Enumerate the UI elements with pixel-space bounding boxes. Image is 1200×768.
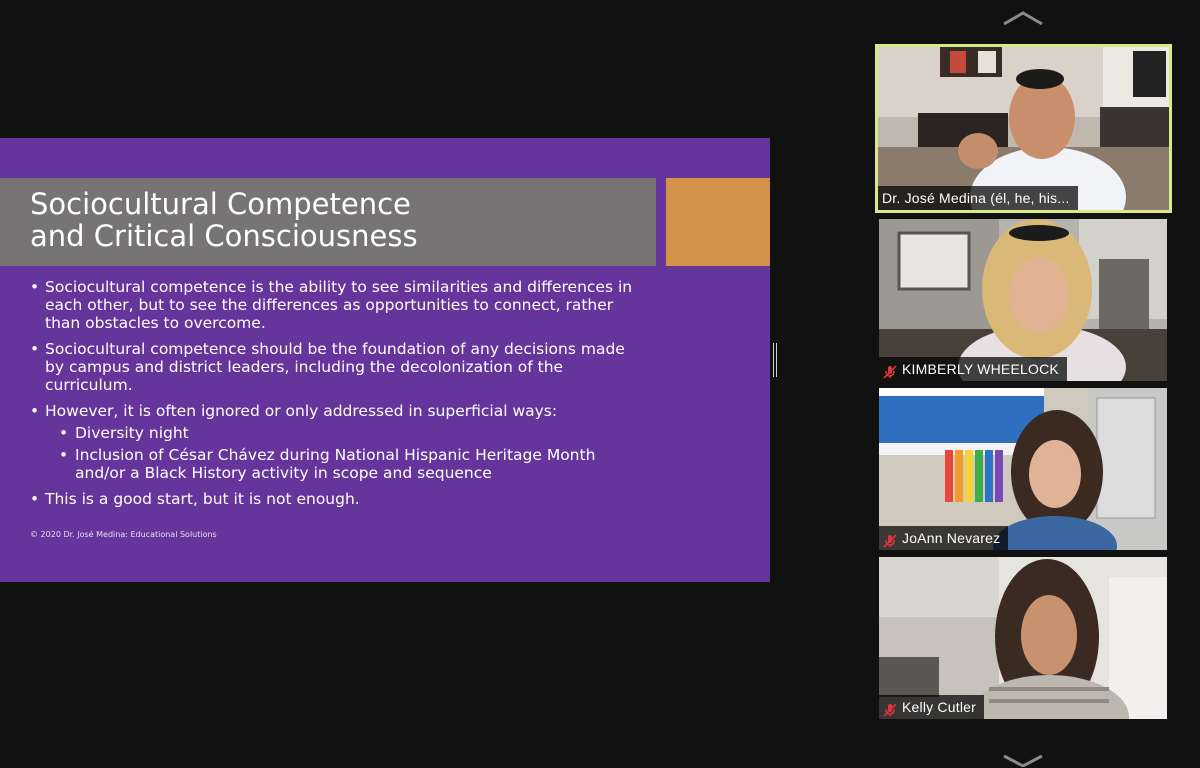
participant-name-tag: JoAnn Nevarez bbox=[879, 526, 1009, 550]
slide-copyright: © 2020 Dr. José Medina: Educational Solu… bbox=[30, 530, 217, 539]
participant-name: Dr. José Medina (él, he, his... bbox=[882, 190, 1070, 206]
bullet-item: However, it is often ignored or only add… bbox=[28, 402, 638, 482]
sub-bullet-item: Diversity night bbox=[45, 424, 638, 442]
view-splitter-handle[interactable] bbox=[773, 343, 777, 377]
shared-screen-slide: Sociocultural Competence and Critical Co… bbox=[0, 138, 770, 582]
participant-name: Kelly Cutler bbox=[902, 699, 976, 715]
participant-video-tile[interactable]: KIMBERLY WHEELOCK bbox=[879, 219, 1167, 381]
bullet-text: However, it is often ignored or only add… bbox=[45, 402, 558, 420]
participant-video-tile[interactable]: Dr. José Medina (él, he, his... bbox=[875, 44, 1172, 213]
participant-video-tile[interactable]: Kelly Cutler bbox=[879, 557, 1167, 719]
participant-name-tag: Dr. José Medina (él, he, his... bbox=[878, 186, 1078, 210]
participant-name-tag: KIMBERLY WHEELOCK bbox=[879, 357, 1067, 381]
chevron-down-icon[interactable] bbox=[1002, 752, 1044, 768]
participant-name: JoAnn Nevarez bbox=[902, 530, 1001, 546]
bullet-item: This is a good start, but it is not enou… bbox=[28, 490, 638, 508]
slide-accent-square bbox=[666, 178, 770, 266]
participant-name-tag: Kelly Cutler bbox=[879, 695, 984, 719]
sub-bullet-list: Diversity night Inclusion of César Cháve… bbox=[45, 424, 638, 482]
microphone-muted-icon bbox=[883, 531, 897, 548]
participant-name: KIMBERLY WHEELOCK bbox=[902, 361, 1059, 377]
bullet-item: Sociocultural competence is the ability … bbox=[28, 278, 638, 332]
bullet-item: Sociocultural competence should be the f… bbox=[28, 340, 638, 394]
slide-title: Sociocultural Competence and Critical Co… bbox=[30, 187, 418, 253]
participant-video-tile[interactable]: JoAnn Nevarez bbox=[879, 388, 1167, 550]
microphone-muted-icon bbox=[883, 700, 897, 717]
microphone-muted-icon bbox=[883, 362, 897, 379]
slide-bullet-list: Sociocultural competence is the ability … bbox=[28, 278, 638, 516]
chevron-up-icon[interactable] bbox=[1002, 10, 1044, 26]
sub-bullet-item: Inclusion of César Chávez during Nationa… bbox=[45, 446, 638, 482]
